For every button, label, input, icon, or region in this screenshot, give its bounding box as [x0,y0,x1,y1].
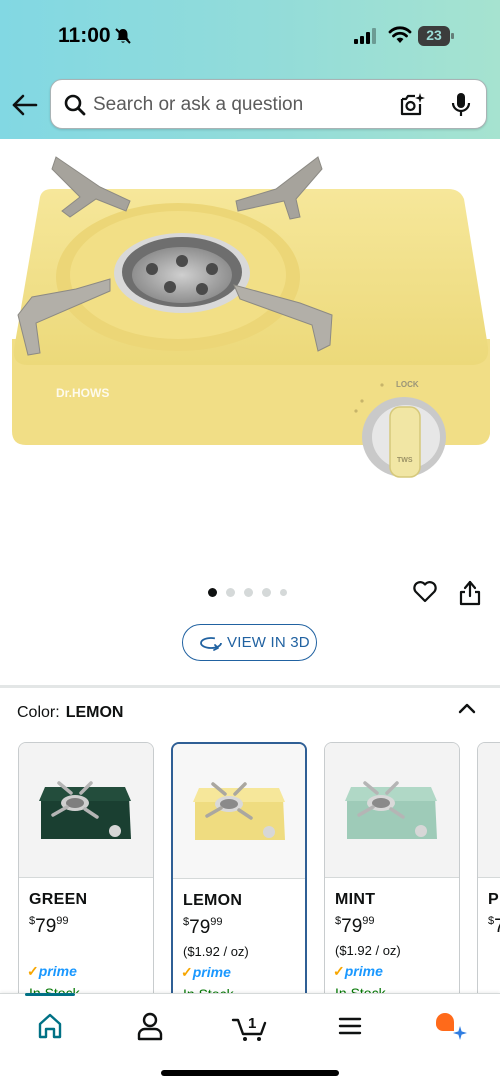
color-swatch-mint[interactable]: MINT $7999 ($1.92 / oz) ✓prime In Stock [324,742,460,1002]
swatch-price: $7999 [335,915,375,937]
swatch-price: $7999 [29,915,69,937]
view-in-3d-button[interactable]: VIEW IN 3D [182,624,317,661]
swatch-thumbnail [478,743,500,878]
color-swatch-green[interactable]: GREEN $7999 ✓prime In Stock [18,742,154,1002]
unit-price: ($1.92 / oz) [183,944,249,959]
carousel-dot[interactable] [262,588,271,597]
share-icon[interactable] [459,580,481,606]
prime-badge: ✓prime [333,963,383,979]
battery-icon: 23 [418,26,454,46]
swatch-thumbnail [19,743,153,878]
search-icon [64,94,86,116]
cart-count: 1 [248,1015,256,1032]
brand-mark: Dr.HOWS [56,386,109,400]
color-selector-header: Color: LEMON [17,704,123,722]
heart-icon[interactable] [412,580,438,604]
cart-icon[interactable]: 1 [230,1006,270,1046]
wifi-icon [388,26,412,43]
bell-muted-icon [115,28,131,44]
prime-badge: ✓prime [27,963,77,979]
back-arrow-icon[interactable] [10,92,40,118]
carousel-dot[interactable] [280,589,287,596]
menu-icon[interactable] [330,1006,370,1046]
3d-rotate-icon [200,637,222,651]
color-swatch-partial[interactable]: P $7 [477,742,500,1002]
view-in-3d-label: VIEW IN 3D [227,634,310,651]
color-swatch-lemon[interactable]: LEMON $7999 ($1.92 / oz) ✓prime In Stock [171,742,307,1002]
status-time: 11:00 [58,24,111,47]
swatch-name: MINT [335,891,376,908]
swatch-name: P [488,891,499,908]
signal-icon [354,28,376,44]
rufus-ai-icon[interactable] [430,1006,470,1046]
swatch-thumbnail [325,743,459,878]
account-icon[interactable] [130,1006,170,1046]
knob-label: TWS [397,457,413,464]
mic-icon[interactable] [450,92,472,118]
search-bar[interactable] [50,79,487,129]
unit-price: ($1.92 / oz) [335,943,401,958]
swatch-name: LEMON [183,892,243,909]
image-carousel-dots[interactable] [208,588,287,597]
swatch-thumbnail [173,744,305,879]
swatch-name: GREEN [29,891,88,908]
status-bar: 11:00 23 [0,0,500,70]
lock-label: LOCK [396,380,419,389]
search-input[interactable] [93,90,393,120]
carousel-dot[interactable] [244,588,253,597]
selected-color: LEMON [65,704,124,721]
home-icon[interactable] [30,1006,70,1046]
home-indicator [161,1070,339,1076]
product-image-stove[interactable]: Dr.HOWS LOCK TWS [0,139,500,569]
swatch-price: $7 [488,915,500,937]
chevron-up-icon[interactable] [457,700,477,716]
active-tab-indicator [25,993,75,996]
swatch-price: $7999 [183,916,223,938]
battery-level: 23 [426,27,442,43]
camera-icon[interactable] [398,92,426,118]
section-divider [0,685,500,688]
prime-badge: ✓prime [181,964,231,980]
carousel-dot-active[interactable] [208,588,217,597]
color-label: Color: [17,704,60,721]
carousel-dot[interactable] [226,588,235,597]
